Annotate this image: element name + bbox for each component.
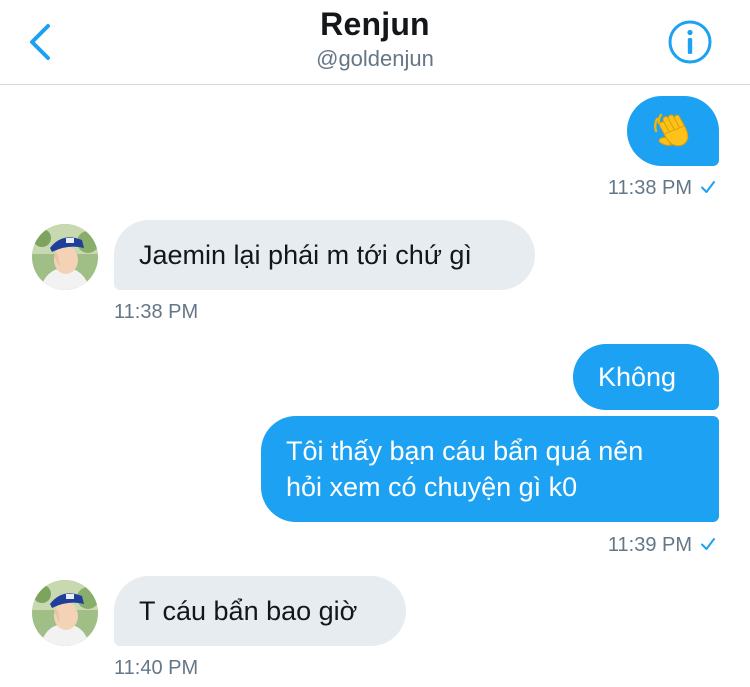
message-text: Jaemin lại phái m tới chứ gì (139, 240, 472, 270)
message-text: Không (598, 362, 677, 392)
info-icon[interactable] (667, 19, 713, 65)
avatar-photo (32, 224, 98, 290)
message-bubble-received[interactable]: T cáu bẩn bao giờ (114, 576, 406, 646)
message-timestamp: 11:38 PM (560, 176, 716, 200)
message-timestamp: 11:40 PM (114, 657, 199, 679)
conversation-header: Renjun @goldenjun (0, 0, 750, 85)
message-timestamp: 11:39 PM (560, 533, 716, 557)
dm-conversation: Renjun @goldenjun 11:38 PM Jaemin lại ph… (0, 0, 750, 687)
avatar[interactable] (32, 580, 98, 646)
message-bubble-sent[interactable] (627, 96, 719, 166)
message-timestamp: 11:38 PM (114, 301, 199, 323)
conversation-handle: @goldenjun (316, 46, 434, 71)
message-text: T cáu bẩn bao giờ (139, 596, 358, 626)
message-bubble-sent[interactable]: Tôi thấy bạn cáu bẩn quá nên hỏi xem có … (261, 416, 719, 522)
message-text-line: hỏi xem có chuyện gì k0 (286, 472, 578, 502)
checkmark-icon (701, 181, 715, 193)
waving-hand-emoji (654, 113, 689, 147)
avatar-photo (32, 580, 98, 646)
message-text-line: Tôi thấy bạn cáu bẩn quá nên (286, 436, 644, 466)
message-bubble-sent[interactable]: Không (573, 344, 719, 410)
conversation-title: Renjun (320, 6, 430, 42)
avatar[interactable] (32, 224, 98, 290)
message-bubble-received[interactable]: Jaemin lại phái m tới chứ gì (114, 220, 535, 290)
checkmark-icon (701, 538, 715, 550)
header-title-block[interactable]: Renjun @goldenjun (0, 4, 750, 74)
